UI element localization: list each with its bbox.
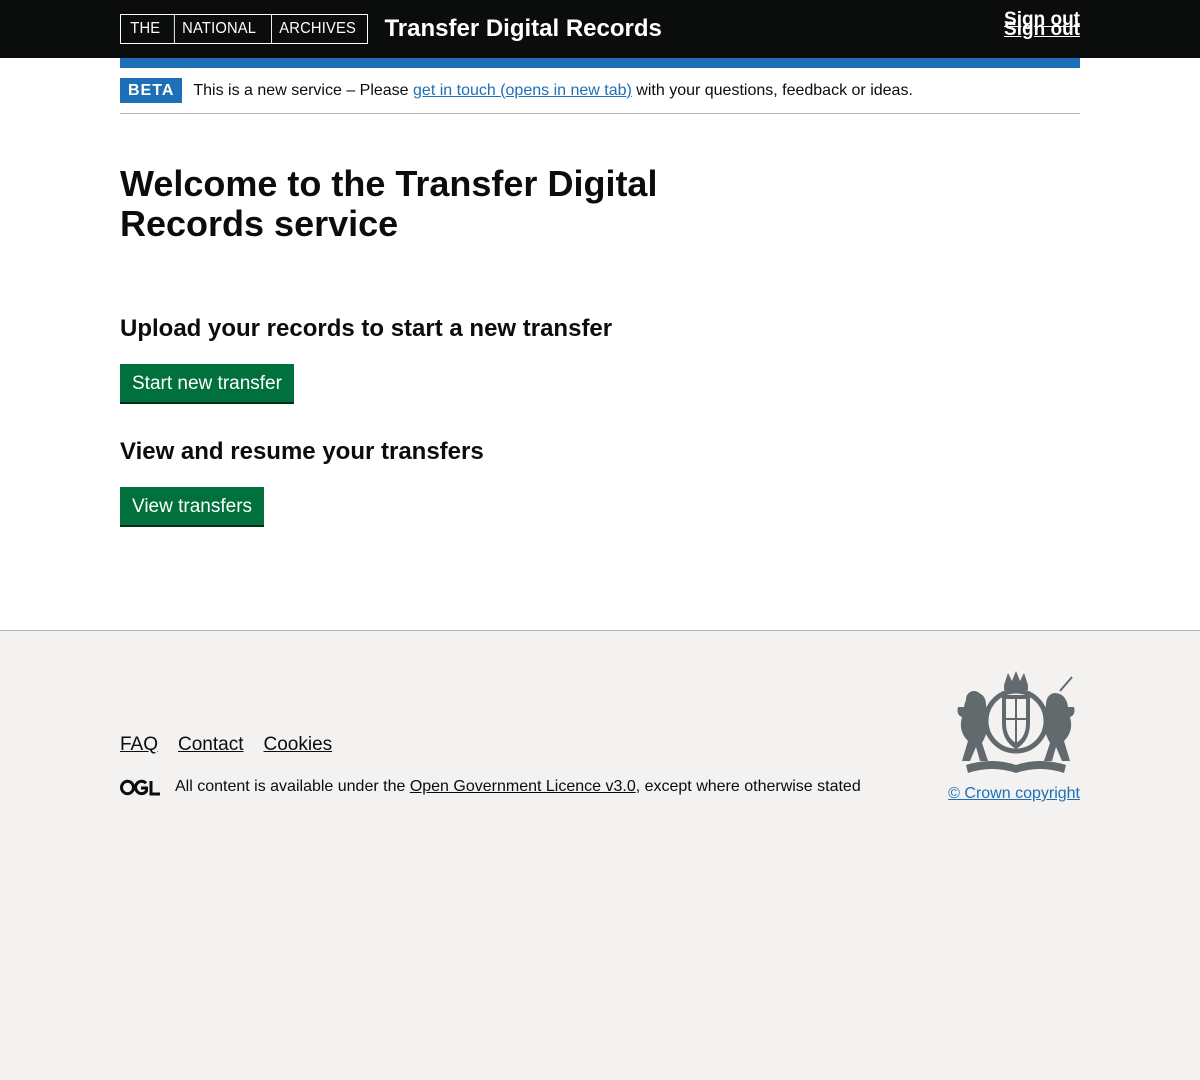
- view-transfers-button[interactable]: View transfers: [120, 487, 265, 525]
- ogl-logo-icon: [120, 779, 160, 795]
- header-inner: THE NATIONAL ARCHIVES Transfer Digital R…: [120, 0, 1080, 58]
- service-name-link[interactable]: Transfer Digital Records: [384, 15, 661, 43]
- logo-part-the: THE: [130, 20, 161, 37]
- header-accent-bar: [120, 58, 1080, 68]
- phase-banner: BETA This is a new service – Please get …: [120, 68, 1080, 114]
- footer-links: FAQ Contact Cookies: [120, 734, 861, 756]
- page-top: THE NATIONAL ARCHIVES Transfer Digital R…: [0, 0, 1200, 630]
- footer-link-faq[interactable]: FAQ: [120, 734, 158, 756]
- footer-meta: FAQ Contact Cookies All content is avail…: [120, 671, 861, 796]
- footer-link-contact[interactable]: Contact: [178, 734, 243, 756]
- licence-text-before: All content is available under the: [175, 778, 410, 795]
- licence-text: All content is available under the Open …: [175, 778, 861, 796]
- site-footer: FAQ Contact Cookies All content is avail…: [0, 630, 1200, 1080]
- upload-heading: Upload your records to start a new trans…: [120, 315, 613, 342]
- main-container: BETA This is a new service – Please get …: [120, 58, 1080, 630]
- sign-out-area: Sign out Sign out: [1004, 10, 1080, 39]
- national-archives-logo[interactable]: THE NATIONAL ARCHIVES: [120, 14, 369, 44]
- site-header: THE NATIONAL ARCHIVES Transfer Digital R…: [0, 0, 1200, 58]
- footer-copyright: © Crown copyright: [948, 671, 1080, 803]
- crown-copyright-link[interactable]: © Crown copyright: [948, 785, 1080, 803]
- footer-inner: FAQ Contact Cookies All content is avail…: [120, 631, 1080, 803]
- licence-link[interactable]: Open Government Licence v3.0: [410, 778, 636, 795]
- sign-out-link-duplicate[interactable]: Sign out: [1004, 20, 1080, 39]
- licence-text-after: , except where otherwise stated: [635, 778, 861, 795]
- logo-part-national: NATIONAL: [173, 15, 264, 43]
- header-branding: THE NATIONAL ARCHIVES Transfer Digital R…: [120, 14, 662, 44]
- main-content: Welcome to the Transfer Digital Records …: [120, 114, 1080, 630]
- start-new-transfer-button[interactable]: Start new transfer: [120, 364, 294, 402]
- licence-statement: All content is available under the Open …: [120, 778, 861, 796]
- page-title: Welcome to the Transfer Digital Records …: [120, 163, 658, 244]
- view-transfers-heading: View and resume your transfers: [120, 438, 484, 465]
- royal-coat-of-arms-icon: [957, 671, 1075, 773]
- phase-text-before: This is a new service – Please: [193, 81, 414, 99]
- phase-banner-text: This is a new service – Please get in to…: [193, 82, 913, 100]
- beta-tag: BETA: [120, 78, 183, 103]
- footer-link-cookies[interactable]: Cookies: [264, 734, 333, 756]
- phase-text-after: with your questions, feedback or ideas.: [631, 81, 913, 99]
- logo-part-archives: ARCHIVES: [271, 15, 363, 43]
- feedback-link[interactable]: get in touch (opens in new tab): [413, 82, 632, 99]
